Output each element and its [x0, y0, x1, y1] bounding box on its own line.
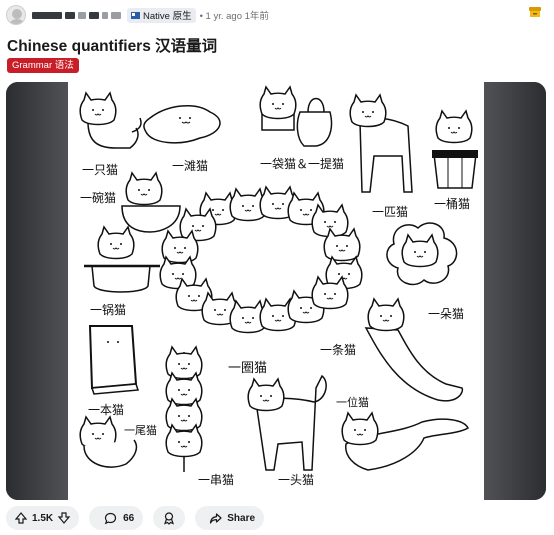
cat-guo	[84, 226, 160, 293]
upvote-arrow-icon[interactable]	[15, 512, 27, 524]
flag-icon	[131, 11, 140, 19]
vote-count: 1.5K	[32, 512, 54, 524]
cat-ben	[88, 325, 140, 395]
cat-tan	[143, 105, 221, 144]
share-arrow-icon	[209, 512, 222, 525]
label-duo: 一朵猫	[428, 307, 464, 321]
comment-bubble-icon	[104, 512, 117, 525]
comment-count: 66	[123, 512, 135, 524]
user-flair-text: Native 原生	[143, 11, 192, 22]
label-chuan: 一串猫	[198, 473, 234, 487]
flair-tag[interactable]: Grammar 语法	[7, 58, 79, 73]
share-button[interactable]: Share	[195, 506, 265, 530]
label-quan: 一圈猫	[228, 361, 267, 376]
post-actions: 1.5K 66 Share	[6, 506, 265, 530]
cat-duo	[386, 222, 458, 286]
cat-tong	[432, 110, 478, 189]
label-tong: 一桶猫	[434, 196, 470, 211]
post-title[interactable]: Chinese quantifiers 汉语量词	[7, 34, 217, 56]
cat-wan	[121, 172, 181, 233]
label-dai-ti: 一袋猫＆一提猫	[260, 156, 344, 171]
image-blur-right	[484, 82, 546, 500]
user-flair: Native 原生	[127, 7, 196, 23]
vote-control: 1.5K	[6, 506, 80, 530]
cat-wei-person	[341, 412, 469, 471]
label-ben: 一本猫	[88, 403, 124, 417]
label-zhi: 一只猫	[82, 163, 118, 177]
cat-quan	[159, 186, 363, 334]
user-avatar[interactable]	[6, 5, 26, 25]
image-blur-left	[6, 82, 68, 500]
share-label: Share	[227, 512, 256, 524]
post-header: Native 原生 • 1 yr. ago 1年前	[6, 4, 546, 26]
label-guo: 一锅猫	[90, 302, 126, 317]
label-tan: 一滩猫	[172, 159, 208, 173]
label-tou: 一头猫	[278, 473, 314, 487]
cat-pi	[349, 94, 413, 193]
award-button[interactable]	[153, 506, 186, 530]
comments-button[interactable]: 66	[89, 506, 144, 530]
cat-tou	[247, 374, 327, 471]
label-wan: 一碗猫	[80, 190, 116, 205]
cat-quantifier-illustration: 一只猫 一滩猫 一袋猫＆一提猫 一匹猫 一桶猫 一碗猫 一锅猫 一圈猫 一朵猫 …	[68, 82, 484, 500]
label-wei-fish: 一尾猫	[124, 424, 157, 437]
bookmark-icon[interactable]	[528, 5, 542, 19]
cat-zhi	[79, 92, 142, 149]
award-icon	[162, 511, 176, 525]
redacted-username[interactable]	[32, 11, 121, 19]
cat-dai-ti	[259, 86, 333, 147]
label-pi: 一匹猫	[372, 205, 408, 219]
label-tiao: 一条猫	[320, 343, 356, 357]
post-timestamp: • 1 yr. ago 1年前	[199, 11, 269, 22]
label-wei-person: 一位猫	[336, 395, 369, 409]
downvote-arrow-icon[interactable]	[58, 512, 71, 524]
cat-chuan	[165, 346, 203, 472]
post-image[interactable]: 一只猫 一滩猫 一袋猫＆一提猫 一匹猫 一桶猫 一碗猫 一锅猫 一圈猫 一朵猫 …	[6, 82, 546, 500]
